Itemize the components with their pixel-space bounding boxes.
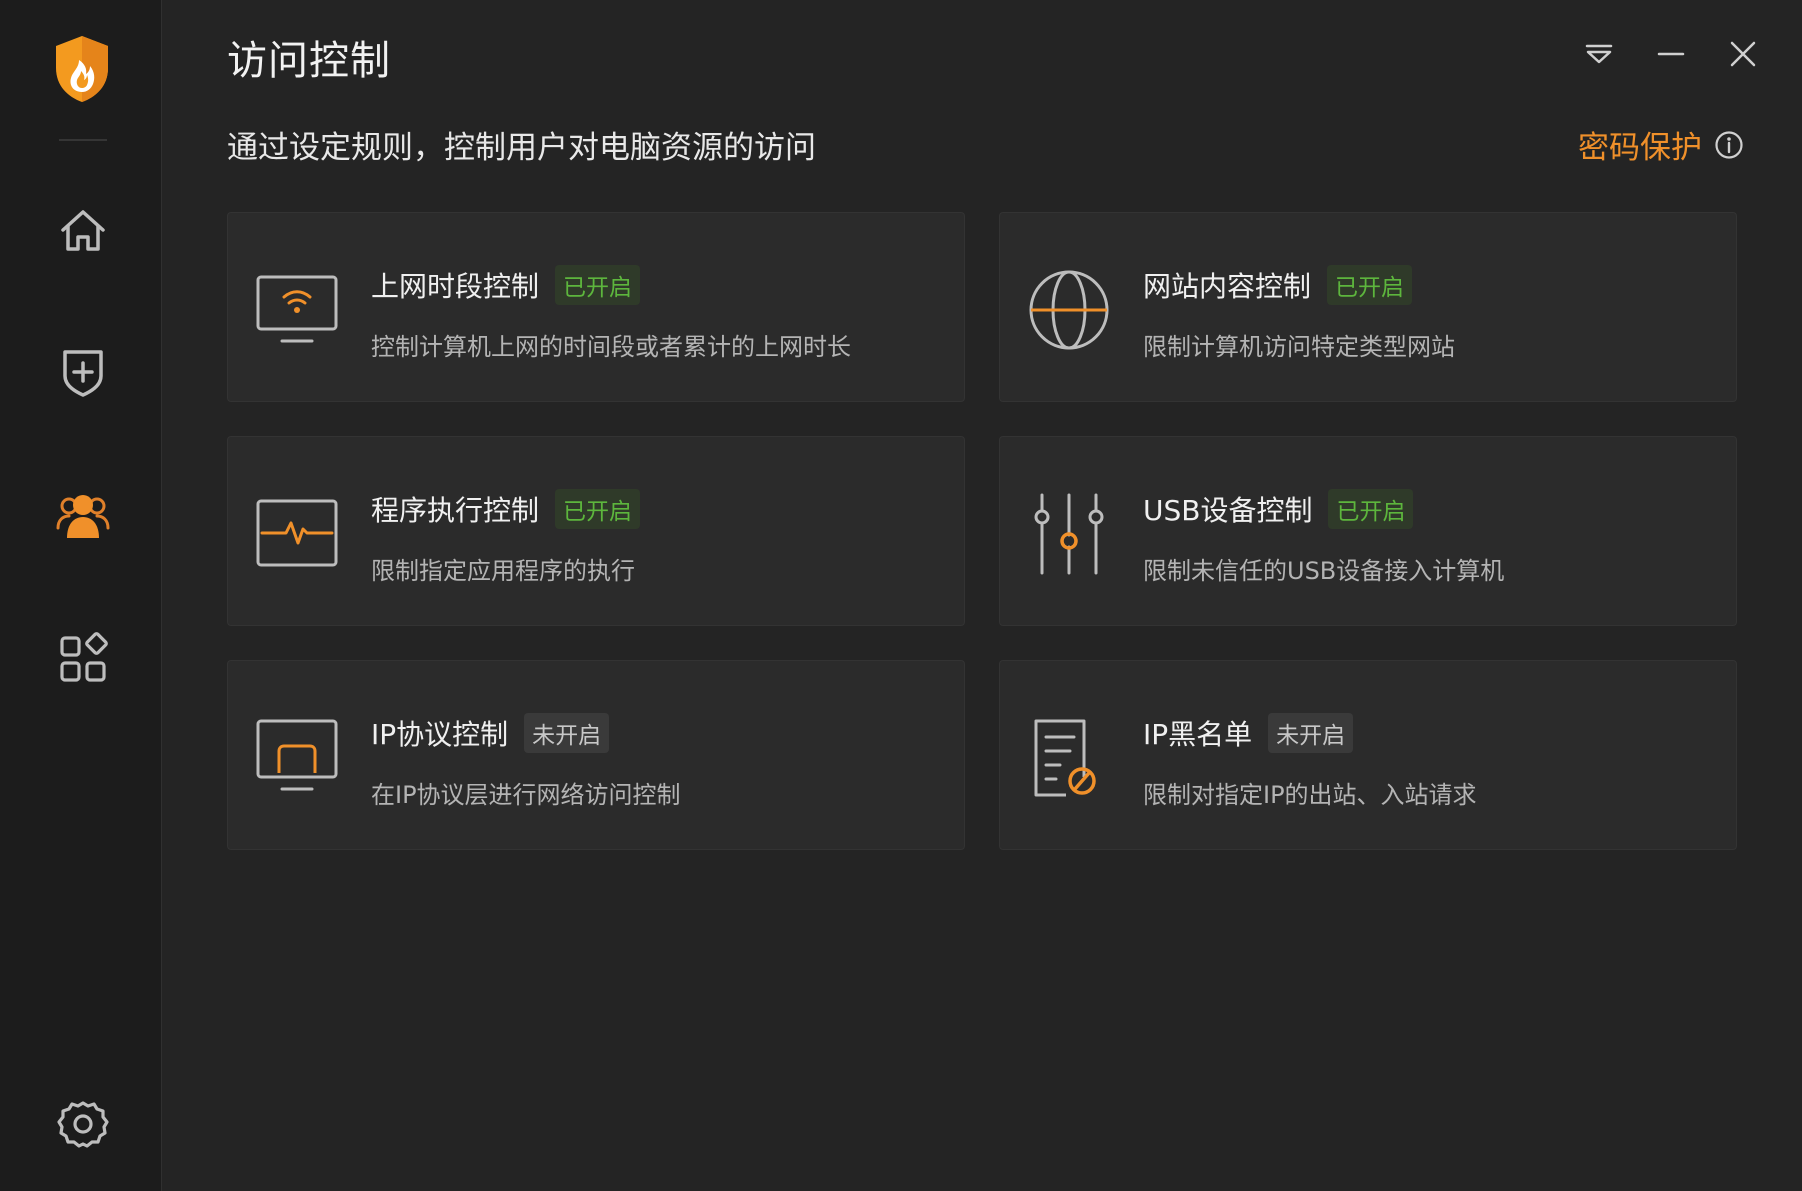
document-blocked-icon [1034, 719, 1096, 797]
nav-settings[interactable] [48, 1090, 118, 1160]
sidebar [0, 0, 162, 1191]
status-badge: 已开启 [555, 489, 641, 529]
sliders-icon [1034, 493, 1104, 575]
info-icon[interactable] [1714, 130, 1744, 160]
monitor-pulse-icon [256, 499, 338, 567]
card-title-row: 网站内容控制 已开启 [1143, 265, 1413, 305]
nav-access-control[interactable] [48, 480, 118, 550]
monitor-window-icon [256, 719, 338, 791]
minimize-button[interactable] [1647, 30, 1695, 78]
status-badge: 已开启 [1327, 265, 1413, 305]
card-title: 程序执行控制 [371, 494, 540, 527]
nav-home[interactable] [48, 195, 118, 265]
close-icon [1730, 41, 1756, 67]
shield-plus-icon [63, 350, 103, 397]
card-title: 网站内容控制 [1143, 270, 1312, 303]
card-description: 限制对指定IP的出站、入站请求 [1143, 781, 1477, 809]
page-subtitle: 通过设定规则，控制用户对电脑资源的访问 [227, 130, 816, 166]
card-description: 在IP协议层进行网络访问控制 [371, 781, 681, 809]
logo-icon [56, 36, 108, 102]
minimize-icon [1657, 52, 1685, 56]
card-description: 限制计算机访问特定类型网站 [1143, 333, 1455, 361]
card-program-execution-control[interactable]: 程序执行控制 已开启 限制指定应用程序的执行 [227, 436, 965, 626]
password-protect-label: 密码保护 [1578, 130, 1702, 166]
nav-protection[interactable] [48, 336, 118, 406]
gear-icon [57, 1101, 109, 1148]
monitor-wifi-icon [256, 275, 338, 343]
card-description: 控制计算机上网的时间段或者累计的上网时长 [371, 333, 851, 361]
status-badge: 未开启 [524, 713, 610, 753]
dropdown-button[interactable] [1575, 30, 1623, 78]
card-title-row: IP协议控制 未开启 [371, 713, 610, 753]
nav-apps[interactable] [48, 624, 118, 694]
card-title-row: IP黑名单 未开启 [1143, 713, 1354, 753]
card-description: 限制指定应用程序的执行 [371, 557, 635, 585]
apps-icon [60, 632, 108, 682]
password-protect-link[interactable]: 密码保护 [1578, 122, 1744, 167]
card-title: IP协议控制 [371, 718, 509, 751]
status-badge: 已开启 [555, 265, 641, 305]
home-icon [61, 210, 105, 251]
card-internet-time-control[interactable]: 上网时段控制 已开启 控制计算机上网的时间段或者累计的上网时长 [227, 212, 965, 402]
card-title-row: USB设备控制 已开启 [1143, 489, 1414, 529]
close-button[interactable] [1719, 30, 1767, 78]
access-control-window: 访问控制 通过设定规则，控制用户对电脑资源的访问 密码保护 上网时段控制 已开启… [0, 0, 1802, 1191]
card-ip-blacklist[interactable]: IP黑名单 未开启 限制对指定IP的出站、入站请求 [999, 660, 1737, 850]
dropdown-icon [1585, 44, 1613, 64]
card-title-row: 程序执行控制 已开启 [371, 489, 641, 529]
card-title-row: 上网时段控制 已开启 [371, 265, 641, 305]
page-title: 访问控制 [227, 38, 391, 84]
logo-divider [59, 139, 107, 141]
card-title: 上网时段控制 [371, 270, 540, 303]
globe-icon [1029, 270, 1109, 350]
card-title: USB设备控制 [1143, 494, 1313, 527]
card-usb-device-control[interactable]: USB设备控制 已开启 限制未信任的USB设备接入计算机 [999, 436, 1737, 626]
status-badge: 已开启 [1328, 489, 1414, 529]
card-website-content-control[interactable]: 网站内容控制 已开启 限制计算机访问特定类型网站 [999, 212, 1737, 402]
card-title: IP黑名单 [1143, 718, 1253, 751]
card-description: 限制未信任的USB设备接入计算机 [1143, 557, 1505, 585]
users-icon [56, 495, 110, 538]
card-ip-protocol-control[interactable]: IP协议控制 未开启 在IP协议层进行网络访问控制 [227, 660, 965, 850]
status-badge: 未开启 [1268, 713, 1354, 753]
